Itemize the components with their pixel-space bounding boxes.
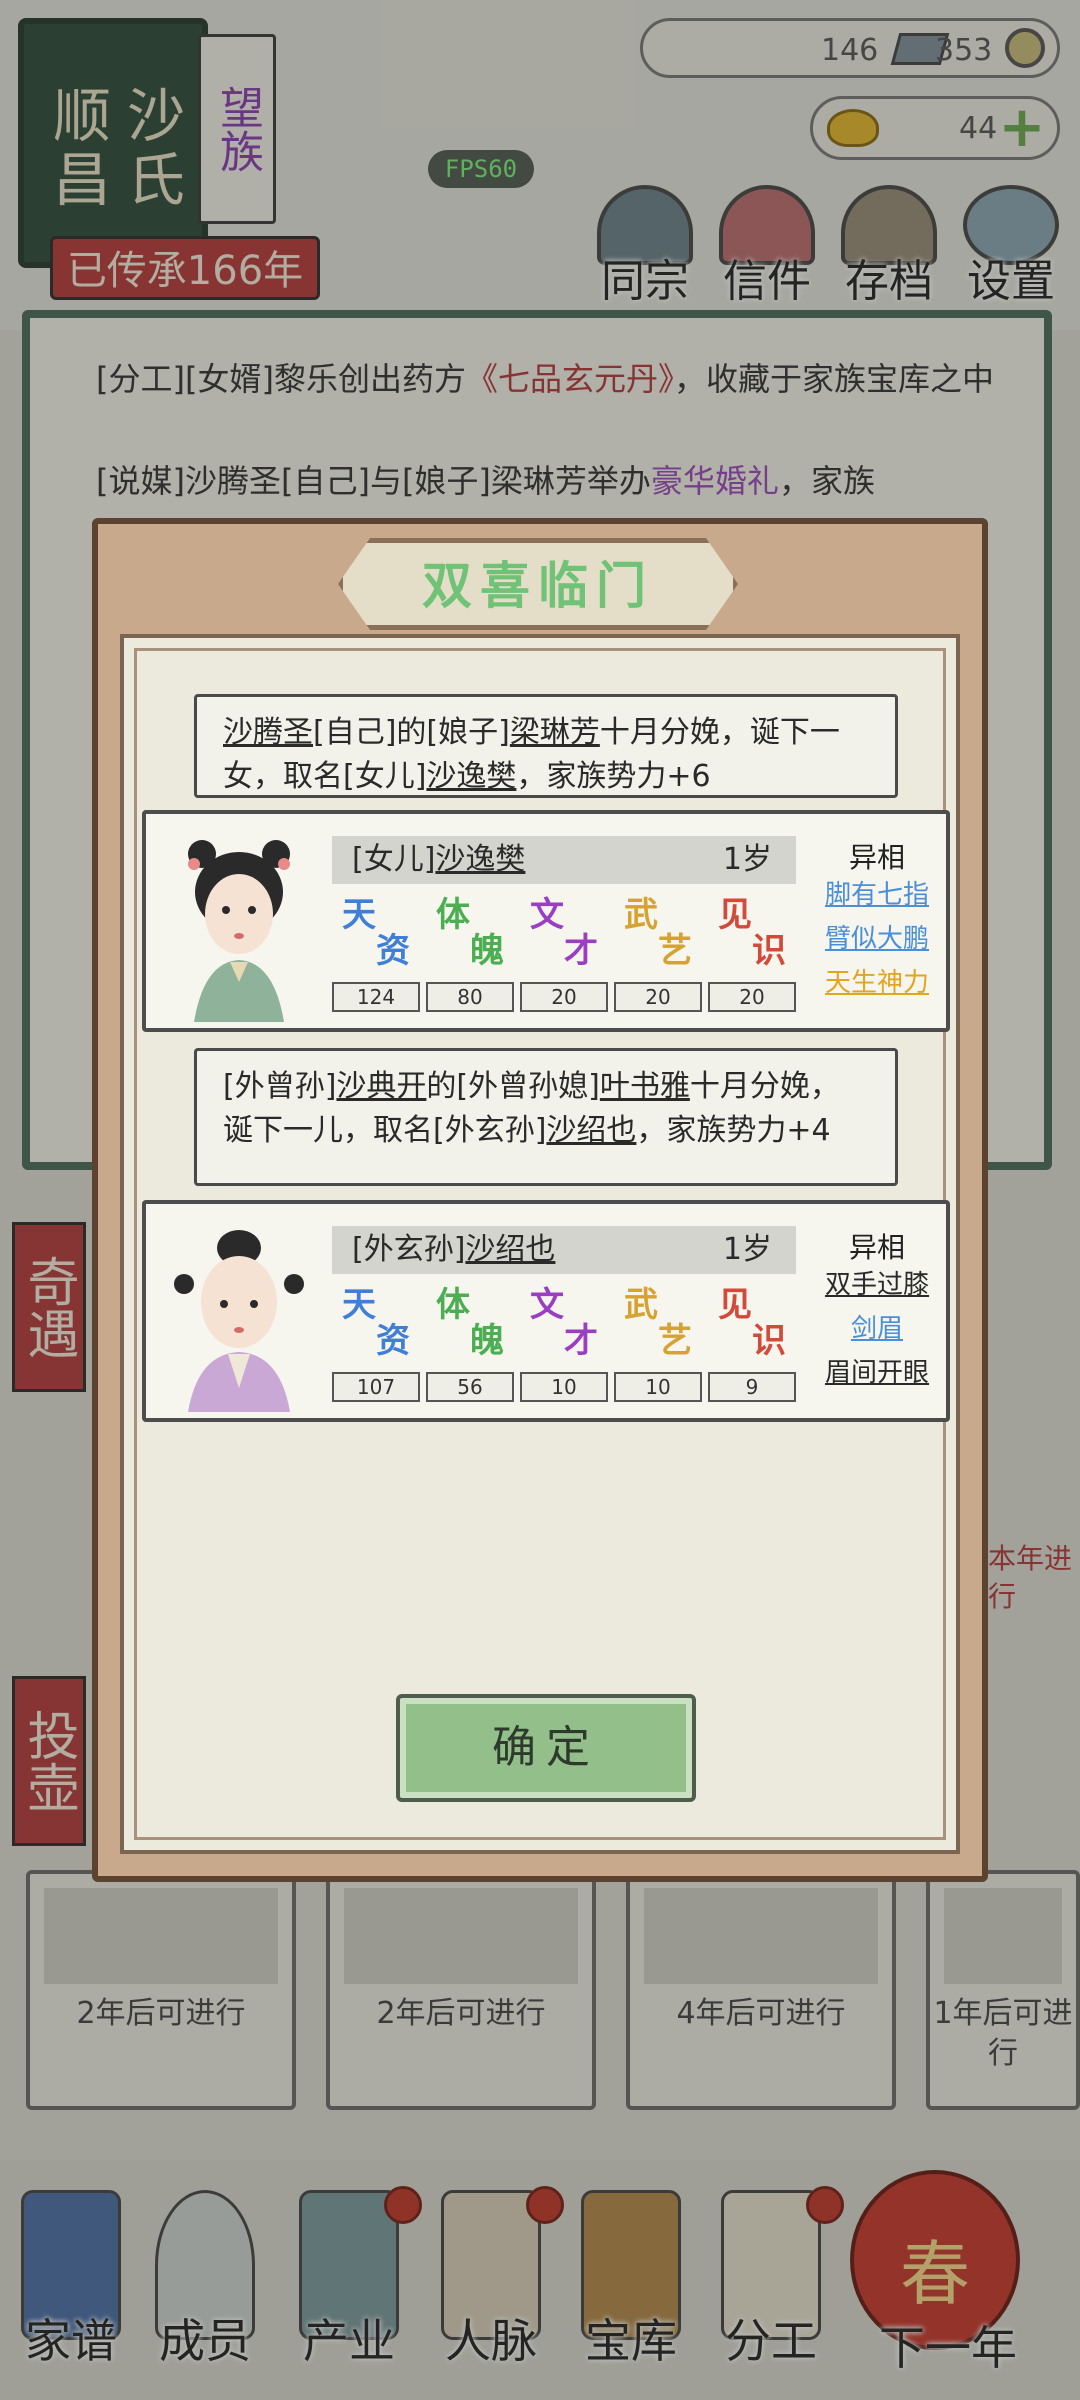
stat-value: 10 [614,1372,702,1402]
stat-glyph: 武 [624,1285,658,1325]
stat-martial: 武 艺 20 [614,895,702,1012]
trait-label[interactable]: 双手过膝 [806,1268,948,1302]
child-age: 1岁 [722,1232,772,1267]
stat-glyph: 体 [436,1285,470,1325]
parent-name: 梁琳芳 [509,715,600,750]
stat-talent: 天 资 124 [332,895,420,1012]
dialog-title-plate: 双喜临门 [338,538,738,630]
stat-value: 20 [614,982,702,1012]
stat-value: 56 [426,1372,514,1402]
child-relation: [女儿] [352,842,436,877]
stat-physique: 体 魄 80 [426,895,514,1012]
birth-announcement: 沙腾圣[自己]的[娘子]梁琳芳十月分娩，诞下一女，取名[女儿]沙逸樊，家族势力+… [194,694,898,798]
stat-glyph: 天 [342,895,376,935]
stat-value: 107 [332,1372,420,1402]
confirm-button[interactable]: 确定 [396,1694,696,1802]
stat-glyph: 资 [376,1321,410,1361]
announce-text: [外曾孙] [223,1069,337,1104]
stat-talent: 天 资 107 [332,1285,420,1402]
child-name: 沙绍也 [465,1232,556,1267]
stat-glyph: 文 [530,895,564,935]
birth-announcement: [外曾孙]沙典开的[外曾孙媳]叶书雅十月分娩，诞下一儿，取名[外玄孙]沙绍也，家… [194,1048,898,1186]
trait-label[interactable]: 天生神力 [806,966,948,1000]
child-name-bar: [外玄孙]沙绍也 1岁 [332,1226,796,1274]
trait-label[interactable]: 脚有七指 [806,878,948,912]
parent-name: 叶书雅 [599,1069,690,1104]
stat-glyph: 识 [752,931,786,971]
stat-value: 9 [708,1372,796,1402]
stat-physique: 体 魄 56 [426,1285,514,1402]
announce-text: [自己]的[娘子] [313,715,510,750]
trait-label[interactable]: 剑眉 [806,1312,948,1346]
stat-literature: 文 才 10 [520,1285,608,1402]
announce-text: ，家族势力+6 [516,759,711,794]
stat-glyph: 魄 [470,931,504,971]
stat-glyph: 识 [752,1321,786,1361]
dialog-title: 双喜临门 [422,557,654,615]
stat-martial: 武 艺 10 [614,1285,702,1402]
girl-portrait [188,840,290,1022]
stat-knowledge: 见 识 20 [708,895,796,1012]
child-name: 沙绍也 [546,1113,637,1148]
boy-portrait [174,1230,304,1412]
stat-glyph: 天 [342,1285,376,1325]
stat-glyph: 体 [436,895,470,935]
child-name: 沙逸樊 [435,842,526,877]
trait-header: 异相 [848,1231,905,1264]
child-card[interactable]: [外玄孙]沙绍也 1岁 天 资 107 体 魄 56 文 才 10 武 艺 10… [142,1200,950,1422]
trait-label[interactable]: 臂似大鹏 [806,922,948,956]
stat-glyph: 才 [564,1321,598,1361]
stat-glyph: 魄 [470,1321,504,1361]
stat-value: 20 [708,982,796,1012]
child-name-bar: [女儿]沙逸樊 1岁 [332,836,796,884]
stat-value: 20 [520,982,608,1012]
announce-text: ，家族势力+4 [636,1113,831,1148]
child-age: 1岁 [722,842,772,877]
stat-value: 80 [426,982,514,1012]
twin-joy-dialog: 双喜临门 沙腾圣[自己]的[娘子]梁琳芳十月分娩，诞下一女，取名[女儿]沙逸樊，… [92,518,988,1882]
stat-glyph: 艺 [658,1321,692,1361]
child-name: 沙逸樊 [426,759,517,794]
parent-name: 沙典开 [336,1069,427,1104]
stat-literature: 文 才 20 [520,895,608,1012]
stat-value: 124 [332,982,420,1012]
announce-text: 的[外曾孙媳] [426,1069,600,1104]
trait-header: 异相 [848,841,905,874]
stat-glyph: 才 [564,931,598,971]
trait-label[interactable]: 眉间开眼 [806,1356,948,1390]
stat-glyph: 见 [718,1285,752,1325]
stat-glyph: 艺 [658,931,692,971]
parent-name: 沙腾圣 [223,715,313,750]
stat-knowledge: 见 识 9 [708,1285,796,1402]
child-relation: [外玄孙] [352,1232,466,1267]
stat-glyph: 见 [718,895,752,935]
stat-glyph: 文 [530,1285,564,1325]
stat-glyph: 武 [624,895,658,935]
stat-glyph: 资 [376,931,410,971]
stat-value: 10 [520,1372,608,1402]
child-card[interactable]: [女儿]沙逸樊 1岁 天 资 124 体 魄 80 文 才 20 武 艺 20 … [142,810,950,1032]
